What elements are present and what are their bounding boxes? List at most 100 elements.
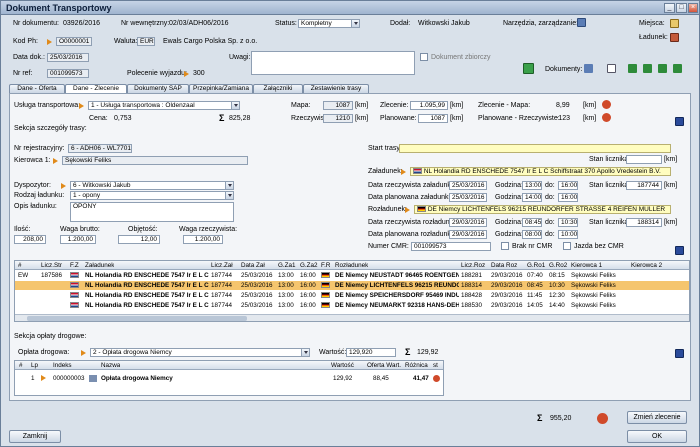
g-pl-roz-od[interactable]: 08:00 [522, 230, 542, 239]
objetosc-field[interactable]: 12,00 [118, 235, 160, 244]
g-pl-zal-od[interactable]: 14:00 [522, 193, 542, 202]
arrow-right-icon[interactable] [61, 183, 66, 189]
planowane-field[interactable]: 1087 [418, 114, 448, 123]
save-icon[interactable] [675, 117, 684, 126]
status-select[interactable]: Kompletny [298, 19, 360, 28]
zamknij-button[interactable]: Zamknij [9, 430, 61, 443]
tab-dokumenty-sap[interactable]: Dokumenty SAP [127, 84, 189, 93]
col-wartosc[interactable]: Wartość [331, 361, 354, 370]
col-licz-zal[interactable]: Licz.Zał [211, 261, 233, 270]
col-lp[interactable]: Lp [31, 361, 38, 370]
tab-przepinka[interactable]: Przepinka/Zamiana [189, 84, 253, 93]
data-dok-field[interactable]: 25/03/2016 [47, 53, 89, 62]
zmien-zlecenie-button[interactable]: Zmień zlecenie [627, 411, 687, 424]
arrow-right-icon[interactable] [53, 158, 58, 164]
jazda-bez-checkbox[interactable] [563, 242, 571, 250]
next-record-icon[interactable] [658, 64, 667, 73]
arrow-right-icon[interactable] [81, 350, 86, 356]
col-kierowca1[interactable]: Kierowca 1 [571, 261, 602, 270]
col-fz[interactable]: F.Z [70, 261, 79, 270]
col-gro2[interactable]: G.Ro2 [549, 261, 567, 270]
g-rz-zal-od[interactable]: 13:00 [522, 181, 542, 190]
stan-roz-field[interactable]: 188314 [626, 218, 662, 227]
col-hash[interactable]: # [18, 261, 22, 270]
arrow-right-icon[interactable] [41, 375, 49, 381]
tab-zestawienie[interactable]: Zestawienie trasy [303, 84, 369, 93]
zaladunek-field[interactable]: NL Holandia RD ENSCHEDE 7547 Ir E L C Sc… [410, 167, 671, 176]
col-oferta[interactable]: Oferta Wart. [367, 361, 401, 370]
col-zaladunek[interactable]: Załadunek [85, 261, 114, 270]
nr-ref-field[interactable]: 001099573 [47, 69, 89, 78]
maximize-button[interactable]: □ [676, 3, 687, 13]
opis-textarea[interactable]: OPONY [70, 202, 234, 222]
data-pl-roz-field[interactable]: 29/03/2016 [449, 230, 487, 239]
kod-ph-field[interactable]: O0000001 [56, 37, 92, 46]
zlecenie-field[interactable]: 1.095,99 [410, 101, 448, 110]
refresh-icon[interactable] [523, 63, 534, 74]
dokument-zbiorczy-checkbox[interactable] [420, 53, 428, 61]
rzeczywiste-field[interactable]: 1210 [323, 114, 353, 123]
data-rz-roz-field[interactable]: 29/03/2016 [449, 218, 487, 227]
nr-rej-field[interactable]: 6 - ADH06 - WL7701F [68, 144, 132, 153]
oplata-select[interactable]: 2 - Opłata drogowa Niemcy [90, 348, 310, 357]
waga-rzecz-field[interactable]: 1.200,00 [183, 235, 223, 244]
start-trasy-field[interactable] [399, 144, 671, 153]
data-pl-zal-field[interactable]: 25/03/2016 [449, 193, 487, 202]
wartosc-field[interactable]: 129,920 [346, 348, 396, 357]
dyspozytor-select[interactable]: 6 - Witkowski Jakub [70, 181, 234, 190]
rodzaj-select[interactable]: 1 - opony [70, 191, 234, 200]
table-row[interactable]: NL Holandia RD ENSCHEDE 7547 Ir E L C S … [15, 301, 689, 310]
users-icon[interactable] [584, 64, 593, 73]
waga-brutto-field[interactable]: 1.200,00 [60, 235, 96, 244]
col-licz-roz[interactable]: Licz.Roz [461, 261, 485, 270]
table-row[interactable]: EW 187586 NL Holandia RD ENSCHEDE 7547 I… [15, 271, 689, 280]
col-rozladunek[interactable]: Rozładunek [335, 261, 368, 270]
col-gro1[interactable]: G.Ro1 [527, 261, 545, 270]
g-rz-roz-do[interactable]: 10:30 [558, 218, 578, 227]
col-gza1[interactable]: G.Za1 [278, 261, 296, 270]
col-gza2[interactable]: G.Za2 [300, 261, 318, 270]
g-pl-zal-do[interactable]: 16:00 [558, 193, 578, 202]
cargo-icon[interactable] [670, 33, 679, 42]
prev-record-icon[interactable] [643, 64, 652, 73]
col-hash[interactable]: # [19, 361, 23, 370]
col-data-zal[interactable]: Data Zał [241, 261, 265, 270]
ok-button[interactable]: OK [627, 430, 687, 443]
col-st[interactable]: st [433, 361, 438, 370]
last-record-icon[interactable] [673, 64, 682, 73]
table-row[interactable]: 1 000000003 Opłata drogowa Niemcy 129,92… [15, 374, 443, 383]
g-pl-roz-do[interactable]: 10:00 [558, 230, 578, 239]
stan-licznika-start[interactable] [626, 155, 662, 164]
arrow-right-icon[interactable] [405, 207, 410, 213]
col-roznica[interactable]: Różnica [405, 361, 428, 370]
col-data-roz[interactable]: Data Roz [491, 261, 517, 270]
table-row[interactable]: NL Holandia RD ENSCHEDE 7547 Ir E L C S … [15, 291, 689, 300]
nr-cmr-field[interactable]: 001099573 [411, 242, 491, 251]
document-icon[interactable] [607, 64, 616, 73]
brak-cmr-checkbox[interactable] [501, 242, 509, 250]
save-icon[interactable] [675, 246, 684, 255]
stan-zal-field[interactable]: 187744 [626, 181, 662, 190]
minimize-button[interactable]: _ [664, 3, 675, 13]
close-window-button[interactable]: × [688, 3, 698, 13]
arrow-right-icon[interactable] [79, 103, 84, 109]
places-icon[interactable] [670, 19, 679, 28]
arrow-right-icon[interactable] [47, 39, 52, 45]
tab-zalaczniki[interactable]: Załączniki [253, 84, 303, 93]
col-licz-str[interactable]: Licz.Str [41, 261, 62, 270]
col-kierowca2[interactable]: Kierowca 2 [631, 261, 662, 270]
horizontal-scrollbar[interactable] [15, 314, 689, 321]
col-fr[interactable]: F.R [321, 261, 330, 270]
arrow-right-icon[interactable] [401, 169, 406, 175]
col-indeks[interactable]: Indeks [53, 361, 72, 370]
col-nazwa[interactable]: Nazwa [101, 361, 120, 370]
g-rz-zal-do[interactable]: 16:00 [558, 181, 578, 190]
usluga-select[interactable]: 1 - Usługa transportowa : Oldenzaal [88, 101, 240, 110]
waluta-field[interactable]: EUR [137, 37, 155, 46]
table-row[interactable]: NL Holandia RD ENSCHEDE 7547 Ir E L C S … [15, 281, 689, 290]
scrollbar-thumb[interactable] [27, 316, 247, 321]
uwagi-textarea[interactable] [251, 51, 415, 75]
arrow-right-icon[interactable] [184, 71, 189, 77]
save-icon[interactable] [675, 349, 684, 358]
first-record-icon[interactable] [628, 64, 637, 73]
